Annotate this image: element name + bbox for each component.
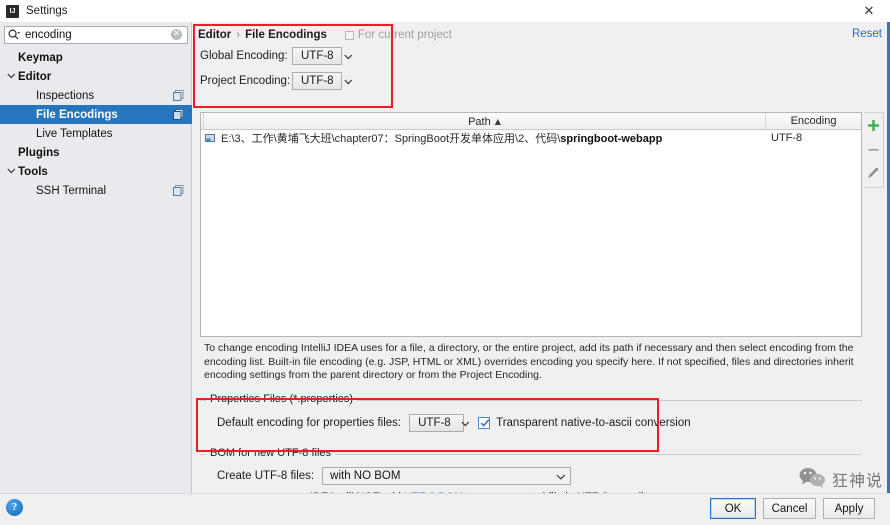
sidebar-item-label: Plugins [18, 146, 60, 159]
ok-button[interactable]: OK [710, 498, 756, 519]
encodings-description: To change encoding IntelliJ IDEA uses fo… [204, 342, 854, 381]
path-name: springboot-webapp [560, 133, 663, 145]
sidebar-item-label: Inspections [36, 89, 95, 102]
create-utf8-value: with NO BOM [330, 470, 401, 482]
path-prefix: E:\3、工作\黄埔飞大班\chapter07：SpringBoot开发单体应用… [221, 133, 561, 145]
encodings-table[interactable]: Path ▲ Encoding E:\3、工作\黄埔飞大班\chapter07：S… [200, 112, 862, 337]
watermark: 狂神说 [799, 466, 883, 492]
bom-group-title: BOM for new UTF-8 files [206, 447, 336, 459]
sidebar-item-file-encodings[interactable]: File Encodings [0, 105, 192, 124]
chevron-down-icon [341, 73, 357, 89]
help-icon[interactable]: ? [6, 499, 23, 516]
clear-icon[interactable]: ✕ [169, 27, 185, 43]
project-scope-icon [173, 185, 184, 196]
column-header-encoding[interactable]: Encoding [765, 112, 861, 130]
sidebar-item-label: File Encodings [36, 108, 118, 121]
sidebar-item-label: SSH Terminal [36, 184, 107, 197]
sidebar-item-keymap[interactable]: Keymap [0, 48, 192, 67]
for-current-project-label: For current project [357, 29, 452, 41]
sidebar-item-editor[interactable]: Editor [0, 67, 192, 86]
project-encoding-select[interactable]: UTF-8 [292, 72, 352, 90]
search-box[interactable]: encoding ✕ [4, 26, 188, 44]
global-encoding-row: Global Encoding: UTF-8 [200, 47, 352, 65]
cancel-button[interactable]: Cancel [763, 498, 816, 519]
edit-path-button[interactable] [864, 161, 882, 185]
create-utf8-label: Create UTF-8 files: [217, 470, 315, 482]
sort-ascending-icon: ▲ [494, 116, 501, 126]
create-utf8-row: Create UTF-8 files: with NO BOM [217, 467, 572, 485]
sidebar-item-label: Live Templates [36, 127, 113, 140]
close-icon[interactable]: ✕ [848, 0, 890, 22]
apply-button[interactable]: Apply [823, 498, 875, 519]
properties-encoding-select[interactable]: UTF-8 [409, 414, 469, 432]
settings-sidebar: encoding ✕ Keymap Editor Inspections Fil… [0, 22, 192, 493]
breadcrumb-separator: › [236, 29, 241, 41]
check-icon [480, 418, 490, 431]
properties-encoding-label: Default encoding for properties files: [217, 417, 402, 429]
chevron-down-icon [552, 468, 570, 484]
for-current-project-badge: For current project [344, 29, 452, 41]
sidebar-item-label: Editor [18, 70, 52, 83]
table-row[interactable]: E:\3、工作\黄埔飞大班\chapter07：SpringBoot开发单体应用… [201, 130, 861, 146]
folder-module-icon [205, 133, 217, 144]
project-encoding-value: UTF-8 [301, 75, 334, 87]
file-encodings-panel: Editor › File Encodings For current proj… [193, 22, 890, 503]
chevron-down-icon [458, 415, 474, 431]
project-encoding-label: Project Encoding: [200, 75, 291, 87]
settings-window: Settings ✕ encoding ✕ Keymap [0, 0, 890, 525]
project-scope-icon [173, 90, 184, 101]
remove-path-button[interactable] [864, 137, 882, 161]
chevron-down-icon[interactable] [5, 162, 18, 181]
project-encoding-row: Project Encoding: UTF-8 [200, 72, 352, 90]
properties-encoding-row: Default encoding for properties files: U… [217, 414, 691, 432]
properties-files-group-title: Properties Files (*.properties) [206, 393, 358, 405]
window-title: Settings [26, 5, 68, 17]
sidebar-item-label: Keymap [18, 51, 63, 64]
wechat-icon [799, 466, 827, 492]
properties-files-group: Properties Files (*.properties) Default … [200, 393, 862, 436]
create-utf8-select[interactable]: with NO BOM [322, 467, 572, 485]
watermark-text: 狂神说 [831, 471, 883, 490]
properties-encoding-value: UTF-8 [418, 417, 451, 429]
sidebar-item-inspections[interactable]: Inspections [0, 86, 192, 105]
sidebar-item-live-templates[interactable]: Live Templates [0, 124, 192, 143]
breadcrumb-root: Editor [198, 29, 232, 41]
chevron-down-icon[interactable] [5, 67, 18, 86]
transparent-native-to-ascii-label: Transparent native-to-ascii conversion [496, 417, 691, 429]
settings-tree: Keymap Editor Inspections File Encodings… [0, 48, 192, 200]
add-path-button[interactable] [864, 113, 882, 137]
search-input[interactable]: encoding [23, 27, 169, 43]
table-toolbar [864, 112, 884, 188]
title-bar: Settings ✕ [0, 0, 890, 23]
global-encoding-select[interactable]: UTF-8 [292, 47, 352, 65]
breadcrumb: Editor › File Encodings For current proj… [198, 28, 452, 42]
global-encoding-value: UTF-8 [301, 50, 334, 62]
table-header-row: Path ▲ Encoding [201, 112, 861, 130]
chevron-down-icon [341, 48, 357, 64]
reset-link[interactable]: Reset [852, 28, 882, 40]
sidebar-item-tools[interactable]: Tools [0, 162, 192, 181]
column-header-path-label: Path [468, 115, 491, 128]
transparent-native-to-ascii-checkbox[interactable] [478, 417, 491, 431]
column-header-path[interactable]: Path ▲ [203, 112, 765, 130]
table-cell-path: E:\3、工作\黄埔飞大班\chapter07：SpringBoot开发单体应用… [221, 130, 765, 146]
search-icon [8, 27, 23, 43]
sidebar-item-plugins[interactable]: Plugins [0, 143, 192, 162]
intellij-idea-icon [6, 4, 19, 18]
sidebar-item-label: Tools [18, 165, 48, 178]
dialog-footer: ? OK Cancel Apply [0, 493, 890, 525]
project-scope-icon [344, 30, 354, 40]
breadcrumb-leaf: File Encodings [245, 29, 327, 41]
global-encoding-label: Global Encoding: [200, 50, 288, 62]
sidebar-item-ssh-terminal[interactable]: SSH Terminal [0, 181, 192, 200]
project-scope-icon [173, 109, 184, 120]
table-cell-encoding: UTF-8 [771, 132, 803, 144]
